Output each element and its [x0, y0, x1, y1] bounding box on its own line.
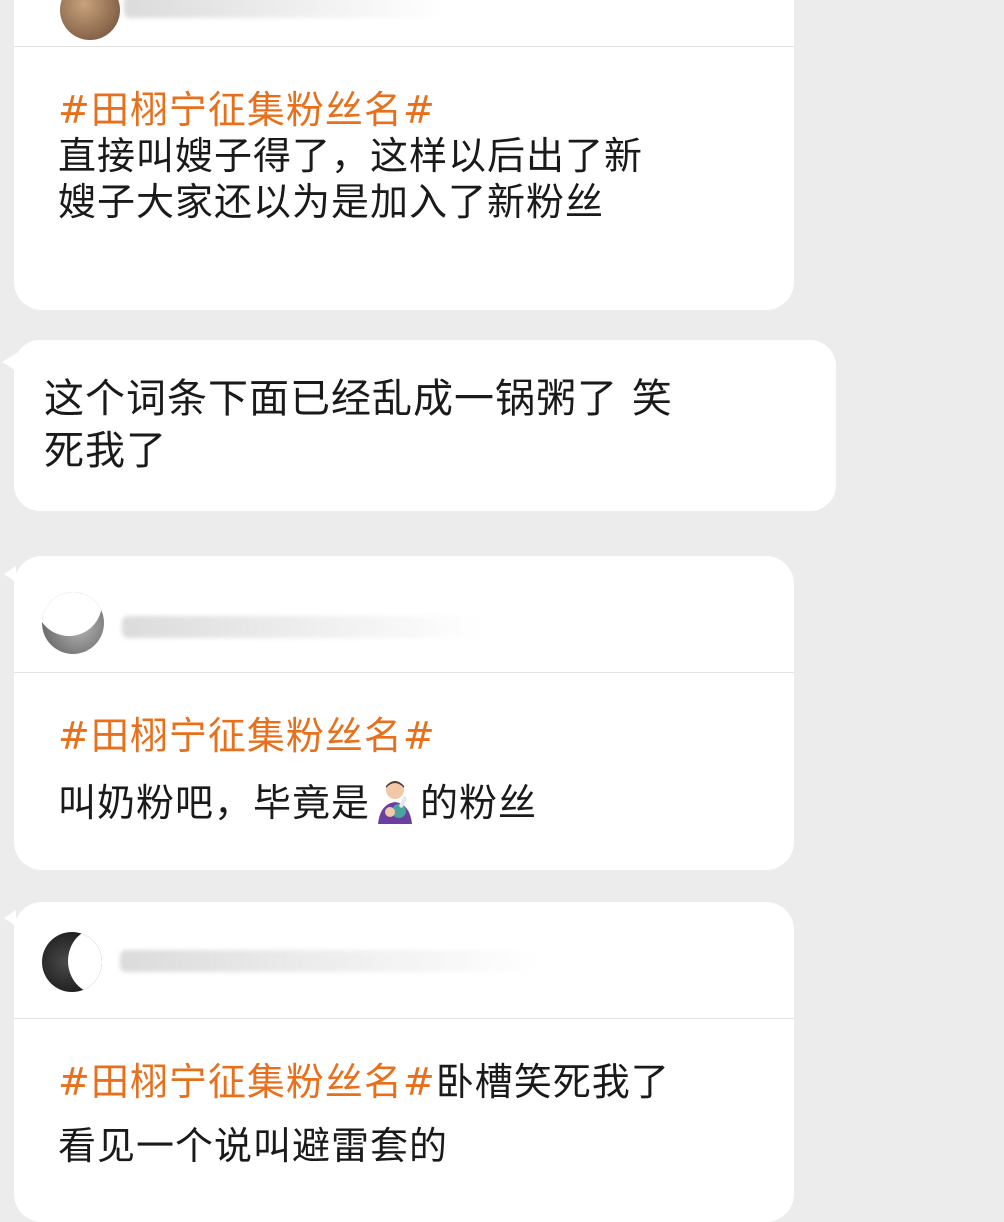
post-card-2[interactable]: #田栩宁征集粉丝名# 叫奶粉吧，毕竟是 的粉丝: [14, 556, 794, 870]
post-line: 嫂子大家还以为是加入了新粉丝: [58, 180, 605, 224]
post-line: #田栩宁征集粉丝名#卧槽笑死我了: [58, 1060, 670, 1104]
bubble-line: 这个词条下面已经乱成一锅粥了 笑: [44, 376, 673, 422]
post-card-1[interactable]: #田栩宁征集粉丝名# 直接叫嫂子得了，这样以后出了新 嫂子大家还以为是加入了新粉…: [14, 0, 794, 310]
post-body: #田栩宁征集粉丝名# 叫奶粉吧，毕竟是 的粉丝: [58, 714, 538, 825]
post-body: #田栩宁征集粉丝名# 直接叫嫂子得了，这样以后出了新 嫂子大家还以为是加入了新粉…: [58, 88, 643, 224]
avatar[interactable]: [60, 0, 120, 40]
post-body: #田栩宁征集粉丝名#卧槽笑死我了 看见一个说叫避雷套的: [58, 1060, 670, 1168]
avatar[interactable]: [42, 932, 102, 992]
card-tail: [4, 566, 16, 582]
bubble-tail: [2, 352, 18, 372]
parent-feeding-baby-icon: [378, 781, 413, 824]
bubble-line: 死我了: [44, 428, 167, 474]
post-line: 叫奶粉吧，毕竟是 的粉丝: [58, 778, 538, 825]
card-tail: [4, 910, 16, 926]
chat-bubble: 这个词条下面已经乱成一锅粥了 笑 死我了: [14, 340, 836, 511]
username-blurred: [124, 0, 444, 18]
avatar[interactable]: [42, 592, 104, 654]
hashtag-link[interactable]: #田栩宁征集粉丝名#: [58, 1060, 436, 1104]
post-header: [14, 902, 794, 1019]
post-line: 看见一个说叫避雷套的: [58, 1124, 449, 1168]
post-card-3[interactable]: #田栩宁征集粉丝名#卧槽笑死我了 看见一个说叫避雷套的: [14, 902, 794, 1222]
post-line: 直接叫嫂子得了，这样以后出了新: [58, 134, 644, 178]
post-text-rest: 卧槽笑死我了: [435, 1060, 670, 1104]
hashtag-link[interactable]: #田栩宁征集粉丝名#: [58, 88, 643, 132]
avatar-crescent-mask: [42, 592, 102, 636]
post-header: [14, 556, 794, 673]
username-blurred: [122, 616, 482, 638]
post-text-before-emoji: 叫奶粉吧，毕竟是: [58, 781, 371, 825]
post-text-after-emoji: 的粉丝: [420, 781, 538, 825]
hashtag-link[interactable]: #田栩宁征集粉丝名#: [58, 714, 537, 758]
post-header: [14, 0, 794, 47]
parent-feeding-baby-emoji: [372, 778, 418, 824]
avatar-crescent-mask: [68, 932, 102, 992]
username-blurred: [120, 950, 540, 972]
bubble-text: 这个词条下面已经乱成一锅粥了 笑 死我了: [44, 374, 673, 478]
